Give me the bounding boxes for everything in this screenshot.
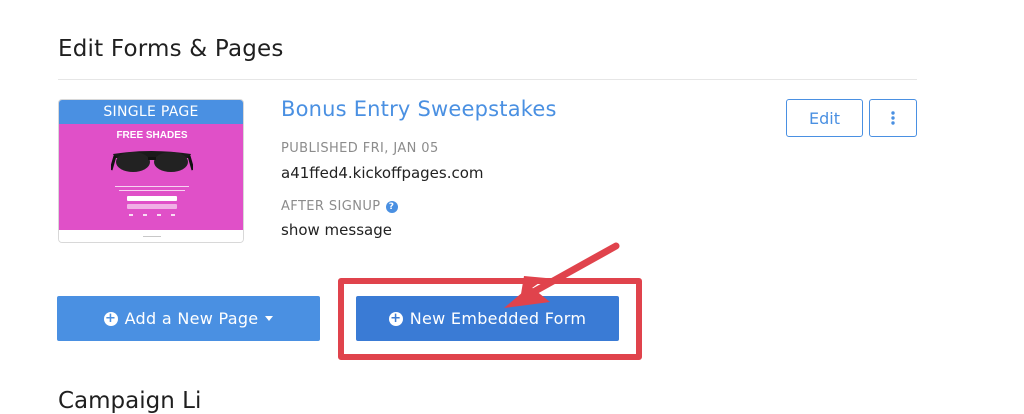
annotation-arrow-icon <box>504 242 620 308</box>
page-thumbnail[interactable]: SINGLE PAGE FREE SHADES <box>58 99 244 243</box>
more-options-button[interactable] <box>869 99 917 137</box>
after-signup-label: AFTER SIGNUP <box>281 199 381 214</box>
add-new-page-button[interactable]: + Add a New Page <box>57 296 320 341</box>
vertical-ellipsis-icon <box>891 111 895 125</box>
page-title-link[interactable]: Bonus Entry Sweepstakes <box>281 97 557 121</box>
next-section-title: Campaign Li <box>58 388 202 414</box>
add-new-page-label: Add a New Page <box>124 309 259 328</box>
thumbnail-headline: FREE SHADES <box>116 130 188 141</box>
caret-down-icon <box>265 316 274 321</box>
thumbnail-preview: FREE SHADES <box>59 124 243 230</box>
help-icon[interactable]: ? <box>385 201 398 213</box>
edit-button[interactable]: Edit <box>786 99 863 137</box>
published-label: PUBLISHED FRI, JAN 05 <box>281 141 439 156</box>
plus-circle-icon: + <box>103 310 118 326</box>
thumbnail-header: SINGLE PAGE <box>59 100 243 124</box>
after-signup-value: show message <box>281 221 392 239</box>
section-title: Edit Forms & Pages <box>58 36 284 62</box>
after-signup-row: AFTER SIGNUP? <box>281 199 398 214</box>
divider <box>58 79 917 80</box>
page-url: a41ffed4.kickoffpages.com <box>281 164 484 182</box>
sunglasses-image <box>111 151 193 172</box>
